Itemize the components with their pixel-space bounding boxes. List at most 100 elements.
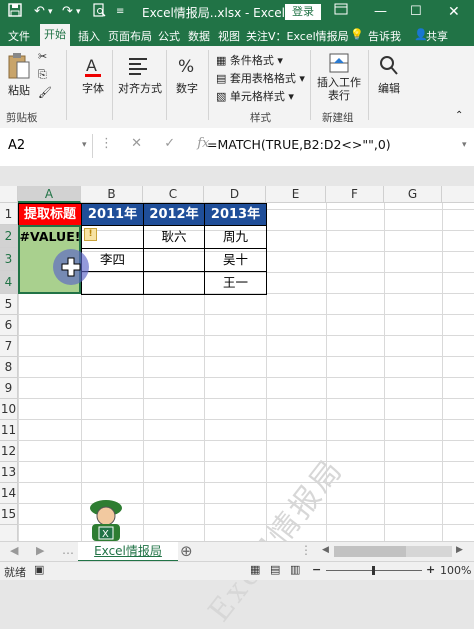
maximize-icon[interactable]: ☐: [410, 3, 422, 21]
conditional-format-button[interactable]: ▦ 条件格式 ▾: [216, 52, 283, 68]
add-sheet-icon[interactable]: ⊕: [180, 542, 193, 560]
cell-d1[interactable]: 2013年: [204, 203, 267, 226]
row-header-16[interactable]: [0, 525, 18, 541]
collapse-ribbon-icon[interactable]: ⌃: [455, 110, 463, 121]
scroll-left-icon[interactable]: ◀: [10, 544, 18, 557]
minimize-icon[interactable]: —: [374, 3, 387, 21]
insert-row-button[interactable]: 插入工作表行: [316, 52, 362, 102]
page-layout-view-icon[interactable]: ▤: [270, 563, 280, 576]
row-header-11[interactable]: 11: [0, 420, 18, 441]
paste-button[interactable]: 粘贴: [4, 52, 34, 98]
row-header-8[interactable]: 8: [0, 357, 18, 378]
cell-d3[interactable]: 吴十: [204, 248, 267, 272]
cell-b1[interactable]: 2011年: [81, 203, 144, 226]
redo-dropdown-icon[interactable]: ▾: [76, 3, 81, 21]
row-header-2[interactable]: 2: [0, 225, 18, 248]
cut-icon[interactable]: ✂: [38, 50, 47, 63]
tab-formulas[interactable]: 公式: [158, 28, 180, 44]
share-label[interactable]: 共享: [426, 28, 448, 44]
column-header-f[interactable]: F: [326, 186, 384, 203]
cell-b4[interactable]: [81, 271, 144, 295]
zoom-in-icon[interactable]: +: [426, 563, 435, 576]
cancel-icon[interactable]: ✕: [131, 136, 142, 151]
font-button[interactable]: A 字体: [78, 54, 108, 96]
worksheet-grid[interactable]: A B C D E F G 1 2 3 4 5 6 7 8 9 10 11 12…: [0, 186, 474, 629]
enter-icon[interactable]: ✓: [164, 136, 175, 151]
hscroll-right-icon[interactable]: ▶: [456, 545, 463, 555]
tab-splitter-icon[interactable]: ⋮: [300, 543, 312, 557]
column-header-b[interactable]: B: [81, 186, 143, 203]
tell-me-icon[interactable]: 💡: [350, 28, 364, 41]
close-icon[interactable]: ✕: [448, 3, 460, 21]
row-header-9[interactable]: 9: [0, 378, 18, 399]
name-box-dropdown-icon[interactable]: ▾: [82, 140, 87, 150]
cell-style-button[interactable]: ▧ 单元格样式 ▾: [216, 88, 294, 104]
error-warning-icon[interactable]: !: [84, 228, 97, 241]
undo-dropdown-icon[interactable]: ▾: [48, 3, 53, 21]
zoom-slider[interactable]: [326, 566, 422, 575]
column-header-a[interactable]: A: [18, 186, 81, 203]
edit-button[interactable]: 编辑: [374, 54, 404, 96]
cell-c3[interactable]: [143, 248, 205, 272]
horizontal-scroll-thumb[interactable]: [334, 546, 406, 557]
formula-input[interactable]: =MATCH(TRUE,B2:D2<>"",0): [207, 137, 391, 152]
hscroll-left-icon[interactable]: ◀: [322, 545, 329, 555]
page-break-view-icon[interactable]: ▥: [290, 563, 300, 576]
tab-follow[interactable]: 关注V：Excel情报局: [246, 28, 349, 44]
scroll-right-icon[interactable]: ▶: [36, 544, 44, 557]
zoom-out-icon[interactable]: −: [312, 563, 321, 576]
row-header-6[interactable]: 6: [0, 315, 18, 336]
row-header-15[interactable]: 15: [0, 504, 18, 525]
column-header-d[interactable]: D: [204, 186, 266, 203]
macro-record-icon[interactable]: ▣: [34, 563, 44, 576]
row-header-12[interactable]: 12: [0, 441, 18, 462]
more-sheets-icon[interactable]: …: [62, 543, 74, 557]
undo-icon[interactable]: ↶: [34, 3, 45, 21]
alignment-button[interactable]: 对齐方式: [118, 54, 162, 96]
tell-me-label[interactable]: 告诉我: [368, 28, 401, 44]
row-header-5[interactable]: 5: [0, 294, 18, 315]
select-all-corner[interactable]: [0, 186, 18, 203]
login-button[interactable]: 登录: [285, 4, 321, 20]
horizontal-scrollbar[interactable]: [334, 546, 452, 557]
row-header-3[interactable]: 3: [0, 248, 18, 271]
tab-file[interactable]: 文件: [8, 28, 30, 44]
tab-page-layout[interactable]: 页面布局: [108, 28, 152, 44]
tab-view[interactable]: 视图: [218, 28, 240, 44]
cell-a2[interactable]: #VALUE!: [18, 225, 82, 249]
print-preview-icon[interactable]: [92, 3, 106, 23]
cell-a1[interactable]: 提取标题: [18, 203, 82, 226]
save-icon[interactable]: [8, 3, 22, 23]
column-header-c[interactable]: C: [143, 186, 204, 203]
cell-b3[interactable]: 李四: [81, 248, 144, 272]
column-header-h[interactable]: [442, 186, 474, 203]
row-header-10[interactable]: 10: [0, 399, 18, 420]
expand-formula-icon[interactable]: ▾: [462, 140, 467, 150]
zoom-level[interactable]: 100%: [440, 564, 471, 577]
cell-c1[interactable]: 2012年: [143, 203, 205, 226]
row-header-13[interactable]: 13: [0, 462, 18, 483]
zoom-slider-thumb[interactable]: [372, 566, 375, 575]
row-header-1[interactable]: 1: [0, 203, 18, 225]
normal-view-icon[interactable]: ▦: [250, 563, 260, 576]
number-button[interactable]: % 数字: [172, 54, 202, 96]
row-header-4[interactable]: 4: [0, 271, 18, 294]
cell-c4[interactable]: [143, 271, 205, 295]
column-header-g[interactable]: G: [384, 186, 442, 203]
tab-insert[interactable]: 插入: [78, 28, 100, 44]
redo-icon[interactable]: ↷: [62, 3, 73, 21]
sheet-tab-active[interactable]: Excel情报局: [78, 542, 178, 562]
copy-icon[interactable]: ⎘: [38, 68, 47, 82]
cell-d2[interactable]: 周九: [204, 225, 267, 249]
customize-qat-icon[interactable]: ≡: [116, 3, 124, 21]
column-header-e[interactable]: E: [266, 186, 326, 203]
table-format-button[interactable]: ▤ 套用表格格式 ▾: [216, 70, 305, 86]
ribbon-display-icon[interactable]: [334, 3, 348, 21]
name-box[interactable]: A2 ▾: [2, 134, 93, 158]
row-header-7[interactable]: 7: [0, 336, 18, 357]
cell-d4[interactable]: 王一: [204, 271, 267, 295]
tab-home[interactable]: 开始: [40, 24, 70, 46]
cell-c2[interactable]: 耿六: [143, 225, 205, 249]
row-header-14[interactable]: 14: [0, 483, 18, 504]
format-painter-icon[interactable]: 🖌: [38, 86, 52, 99]
